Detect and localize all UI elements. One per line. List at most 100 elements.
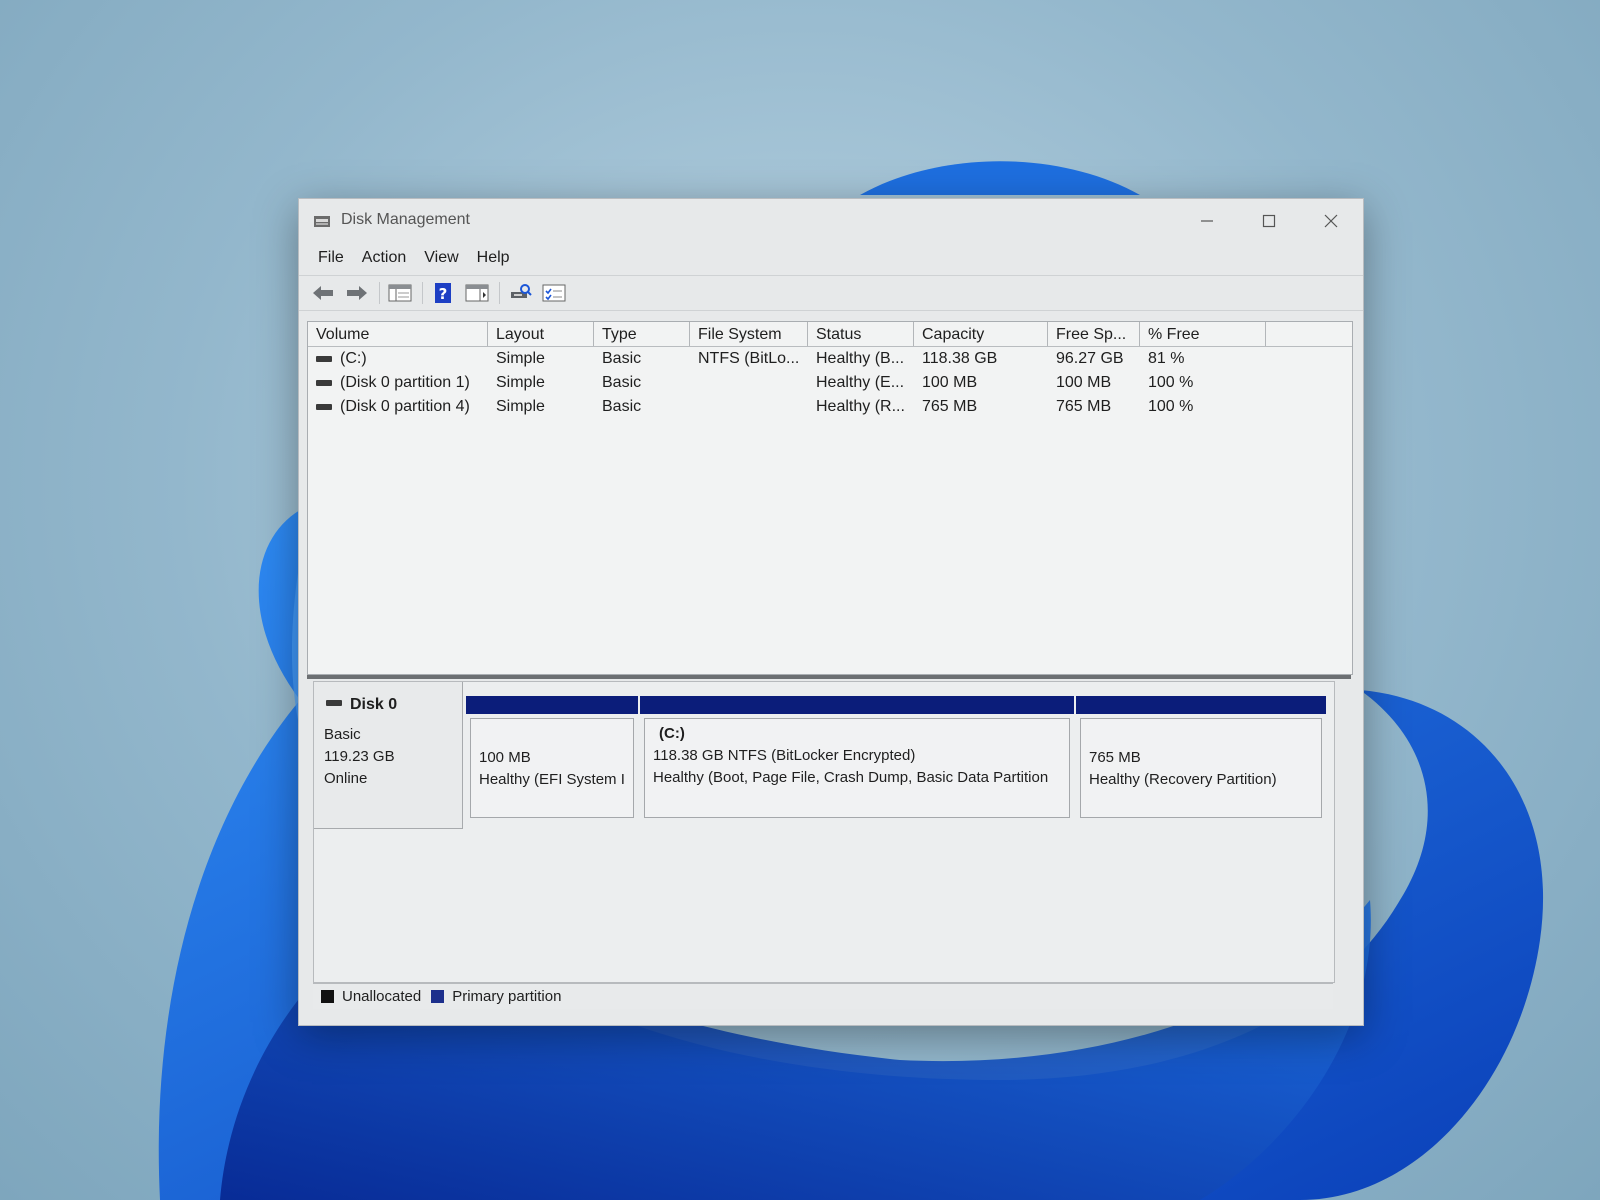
column-header-layout[interactable]: Layout xyxy=(488,322,594,346)
volume-list-button[interactable] xyxy=(384,279,416,307)
status-cell: Healthy (R... xyxy=(816,398,905,415)
free-space-cell: 96.27 GB xyxy=(1056,350,1124,367)
pane-splitter[interactable] xyxy=(307,675,1351,679)
volume-list-pane: Volume Layout Type File System Status Ca… xyxy=(307,321,1353,675)
volume-cell: (Disk 0 partition 1) xyxy=(308,374,488,392)
forward-arrow-icon xyxy=(347,286,367,300)
partition-bar xyxy=(1076,696,1326,714)
toolbar-separator xyxy=(499,282,500,304)
menu-view[interactable]: View xyxy=(415,243,467,273)
back-arrow-icon xyxy=(313,286,333,300)
file-system-cell: NTFS (BitLo... xyxy=(698,350,800,367)
type-cell: Basic xyxy=(602,374,642,391)
free-space-cell: 100 MB xyxy=(1056,374,1112,391)
partition-c[interactable]: (C:) 118.38 GB NTFS (BitLocker Encrypted… xyxy=(640,696,1074,822)
volume-table-header: Volume Layout Type File System Status Ca… xyxy=(308,322,1352,347)
column-header-file-system[interactable]: File System xyxy=(690,322,808,346)
properties-button[interactable] xyxy=(538,279,570,307)
status-cell: Healthy (E... xyxy=(816,374,905,391)
window-title: Disk Management xyxy=(341,211,470,228)
capacity-cell: 118.38 GB xyxy=(922,350,998,367)
partition-body: 765 MB Healthy (Recovery Partition) xyxy=(1080,718,1322,818)
layout-cell: Simple xyxy=(496,398,545,415)
partition-bar xyxy=(640,696,1074,714)
type-cell: Basic xyxy=(602,398,642,415)
toolbar: ? xyxy=(299,275,1363,311)
volume-name: (Disk 0 partition 4) xyxy=(340,398,470,415)
disk-type: Basic xyxy=(324,726,361,743)
column-header-free-space[interactable]: Free Sp... xyxy=(1048,322,1140,346)
menu-file[interactable]: File xyxy=(309,243,353,273)
volume-list-icon xyxy=(388,284,412,302)
column-header-volume[interactable]: Volume xyxy=(308,322,488,346)
column-header-status[interactable]: Status xyxy=(808,322,914,346)
partition-body: 100 MB Healthy (EFI System I xyxy=(470,718,634,818)
maximize-icon xyxy=(1262,214,1276,228)
disk-name: Disk 0 xyxy=(350,696,398,713)
rescan-disks-button[interactable] xyxy=(504,279,536,307)
title-bar[interactable]: Disk Management xyxy=(299,199,1363,243)
partition-bar xyxy=(466,696,638,714)
capacity-cell: 765 MB xyxy=(922,398,978,415)
menu-action[interactable]: Action xyxy=(353,243,415,273)
maximize-button[interactable] xyxy=(1241,205,1297,237)
partition-size: 765 MB xyxy=(1089,749,1141,766)
free-space-cell: 765 MB xyxy=(1056,398,1112,415)
disk-graphical-pane: Disk 0 Basic 119.23 GB Online 100 MB Hea… xyxy=(313,681,1335,983)
volume-cell: (C:) xyxy=(308,350,488,368)
partition-title: (C:) xyxy=(659,725,685,742)
legend-unallocated: Unallocated xyxy=(321,988,421,1005)
partition-size: 118.38 GB NTFS (BitLocker Encrypted) xyxy=(653,747,916,764)
partition-body: (C:) 118.38 GB NTFS (BitLocker Encrypted… xyxy=(644,718,1070,818)
partition-recovery[interactable]: 765 MB Healthy (Recovery Partition) xyxy=(1076,696,1326,822)
minimize-icon xyxy=(1201,220,1213,222)
close-icon xyxy=(1324,214,1338,228)
disk-management-app-icon xyxy=(314,216,330,227)
status-cell: Healthy (B... xyxy=(816,350,905,367)
legend-label: Primary partition xyxy=(452,988,562,1005)
help-icon: ? xyxy=(435,283,451,303)
disk-0-label[interactable]: Disk 0 Basic 119.23 GB Online xyxy=(314,682,463,829)
partition-efi[interactable]: 100 MB Healthy (EFI System I xyxy=(466,696,638,822)
disk-size: 119.23 GB xyxy=(324,748,395,765)
volume-row[interactable]: (C:) Simple Basic NTFS (BitLo... Healthy… xyxy=(308,347,1352,371)
back-button[interactable] xyxy=(307,279,339,307)
column-header-percent-free[interactable]: % Free xyxy=(1140,322,1266,346)
percent-free-cell: 81 % xyxy=(1148,350,1185,367)
volume-row[interactable]: (Disk 0 partition 1) Simple Basic Health… xyxy=(308,371,1352,395)
partition-status: Healthy (Boot, Page File, Crash Dump, Ba… xyxy=(653,769,1049,786)
help-button[interactable]: ? xyxy=(427,279,459,307)
drive-icon xyxy=(316,355,332,362)
legend-bar: Unallocated Primary partition xyxy=(313,983,1333,1009)
disk-state: Online xyxy=(324,770,368,787)
legend-label: Unallocated xyxy=(342,988,422,1005)
partition-status: Healthy (EFI System I xyxy=(479,771,625,788)
volume-name: (Disk 0 partition 1) xyxy=(340,374,470,391)
console-tree-icon xyxy=(465,284,489,302)
toolbar-separator xyxy=(422,282,423,304)
volume-name: (C:) xyxy=(340,350,367,367)
toolbar-separator xyxy=(379,282,380,304)
drive-icon xyxy=(316,403,332,410)
menu-help[interactable]: Help xyxy=(468,243,519,273)
column-header-type[interactable]: Type xyxy=(594,322,690,346)
type-cell: Basic xyxy=(602,350,642,367)
disk-icon xyxy=(326,700,342,706)
console-tree-button[interactable] xyxy=(461,279,493,307)
volume-cell: (Disk 0 partition 4) xyxy=(308,398,488,416)
unallocated-swatch xyxy=(321,990,334,1003)
column-header-capacity[interactable]: Capacity xyxy=(914,322,1048,346)
layout-cell: Simple xyxy=(496,374,545,391)
primary-partition-swatch xyxy=(431,990,445,1003)
disk-management-window: Disk Management File Action View Help ? xyxy=(298,198,1364,1026)
volume-row[interactable]: (Disk 0 partition 4) Simple Basic Health… xyxy=(308,395,1352,419)
percent-free-cell: 100 % xyxy=(1148,398,1194,415)
partition-size: 100 MB xyxy=(479,749,531,766)
forward-button[interactable] xyxy=(341,279,373,307)
close-button[interactable] xyxy=(1303,205,1359,237)
menu-bar: File Action View Help xyxy=(299,243,1363,273)
layout-cell: Simple xyxy=(496,350,545,367)
minimize-button[interactable] xyxy=(1179,205,1235,237)
drive-icon xyxy=(316,379,332,386)
partition-status: Healthy (Recovery Partition) xyxy=(1089,771,1277,788)
